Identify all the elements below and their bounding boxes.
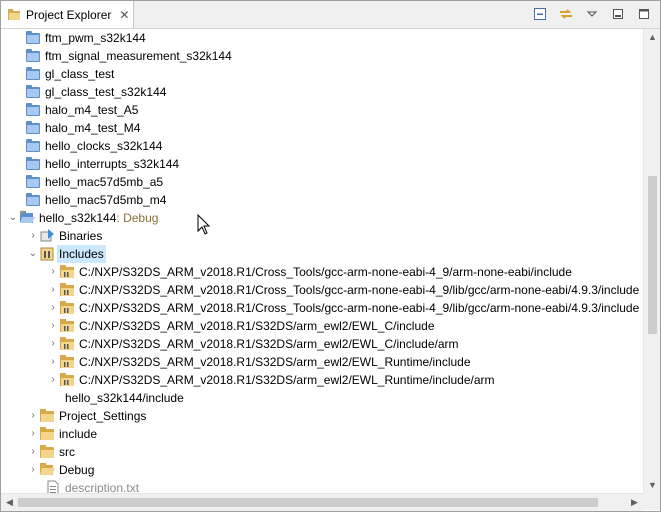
chevron-down-icon[interactable]: ⌄ — [7, 209, 19, 227]
tree-project-hello-s32k144[interactable]: ⌄ hello_s32k144: Debug — [7, 209, 158, 227]
tree-project-item[interactable]: ftm_signal_measurement_s32k144 — [25, 47, 232, 65]
tree-include-path[interactable]: › C:/NXP/S32DS_ARM_v2018.R1/S32DS/arm_ew… — [47, 335, 459, 353]
vertical-scroll-thumb[interactable] — [648, 176, 657, 334]
chevron-right-icon[interactable]: › — [47, 317, 59, 335]
chevron-right-icon[interactable]: › — [27, 461, 39, 479]
view-tab-bar: Project Explorer ✕ — [1, 1, 660, 29]
tree-workspace-include[interactable]: hello_s32k144/include — [65, 389, 184, 407]
minimize-icon[interactable] — [610, 6, 626, 22]
chevron-right-icon[interactable]: › — [27, 443, 39, 461]
project-explorer-icon — [7, 8, 21, 22]
chevron-down-icon[interactable]: ⌄ — [27, 245, 39, 263]
project-folder-icon — [25, 156, 41, 172]
close-icon[interactable]: ✕ — [119, 9, 129, 21]
project-folder-icon — [25, 84, 41, 100]
tree-item-includes[interactable]: ⌄ Includes — [27, 245, 106, 263]
tree-include-path[interactable]: › C:/NXP/S32DS_ARM_v2018.R1/Cross_Tools/… — [47, 263, 572, 281]
include-folder-icon — [59, 282, 75, 298]
view-toolbar — [532, 6, 652, 22]
chevron-right-icon[interactable]: › — [27, 227, 39, 245]
chevron-right-icon[interactable]: › — [27, 425, 39, 443]
folder-icon — [39, 426, 55, 442]
scroll-down-icon[interactable]: ▼ — [644, 480, 660, 490]
include-folder-icon — [59, 336, 75, 352]
project-folder-icon — [25, 138, 41, 154]
project-folder-icon — [25, 30, 41, 46]
tree-folder-item[interactable]: › src — [27, 443, 75, 461]
include-folder-icon — [59, 372, 75, 388]
project-folder-icon — [25, 48, 41, 64]
open-project-folder-icon — [19, 210, 35, 226]
include-folder-icon — [59, 354, 75, 370]
tree-include-path[interactable]: › C:/NXP/S32DS_ARM_v2018.R1/S32DS/arm_ew… — [47, 353, 471, 371]
tree-project-item[interactable]: gl_class_test_s32k144 — [25, 83, 166, 101]
tree-project-item[interactable]: hello_clocks_s32k144 — [25, 137, 162, 155]
tree-project-item[interactable]: hello_mac57d5mb_m4 — [25, 191, 166, 209]
horizontal-scrollbar[interactable]: ◀ ▶ — [1, 493, 643, 511]
chevron-right-icon[interactable]: › — [47, 281, 59, 299]
tree-project-item[interactable]: halo_m4_test_M4 — [25, 119, 140, 137]
includes-icon — [39, 246, 55, 262]
include-folder-icon — [59, 300, 75, 316]
include-folder-icon — [59, 318, 75, 334]
tree-folder-item[interactable]: › Project_Settings — [27, 407, 146, 425]
chevron-right-icon[interactable]: › — [47, 299, 59, 317]
maximize-icon[interactable] — [636, 6, 652, 22]
project-folder-icon — [25, 102, 41, 118]
tree-include-path[interactable]: › C:/NXP/S32DS_ARM_v2018.R1/S32DS/arm_ew… — [47, 317, 435, 335]
view-menu-icon[interactable] — [584, 6, 600, 22]
folder-icon — [39, 408, 55, 424]
scroll-left-icon[interactable]: ◀ — [1, 497, 18, 508]
tree-project-item[interactable]: hello_interrupts_s32k144 — [25, 155, 179, 173]
tree-project-item[interactable]: halo_m4_test_A5 — [25, 101, 138, 119]
project-folder-icon — [25, 66, 41, 82]
project-folder-icon — [25, 174, 41, 190]
tree-include-path[interactable]: › C:/NXP/S32DS_ARM_v2018.R1/Cross_Tools/… — [47, 281, 639, 299]
scroll-up-icon[interactable]: ▲ — [644, 32, 660, 42]
tree-include-path[interactable]: › C:/NXP/S32DS_ARM_v2018.R1/Cross_Tools/… — [47, 299, 639, 317]
folder-icon — [39, 444, 55, 460]
tree-project-item[interactable]: gl_class_test — [25, 65, 114, 83]
tree-folder-item[interactable]: › include — [27, 425, 97, 443]
scroll-right-icon[interactable]: ▶ — [626, 497, 643, 508]
chevron-right-icon[interactable]: › — [47, 335, 59, 353]
tab-project-explorer[interactable]: Project Explorer ✕ — [1, 1, 134, 28]
tree-folder-item[interactable]: › Debug — [27, 461, 94, 479]
tree-include-path[interactable]: › C:/NXP/S32DS_ARM_v2018.R1/S32DS/arm_ew… — [47, 371, 495, 389]
link-with-editor-icon[interactable] — [558, 6, 574, 22]
project-folder-icon — [25, 120, 41, 136]
tree-project-item[interactable]: ftm_pwm_s32k144 — [25, 29, 146, 47]
tree-project-item[interactable]: hello_mac57d5mb_a5 — [25, 173, 163, 191]
binaries-icon — [39, 228, 55, 244]
project-tree: ftm_pwm_s32k144 ftm_signal_measurement_s… — [1, 29, 643, 493]
chevron-right-icon[interactable]: › — [47, 353, 59, 371]
vertical-scrollbar[interactable]: ▲ ▼ — [643, 29, 660, 493]
scrollbar-corner — [643, 493, 660, 510]
tree-file-item[interactable]: description.txt — [45, 479, 139, 493]
collapse-all-icon[interactable] — [532, 6, 548, 22]
text-file-icon — [45, 480, 61, 493]
chevron-right-icon[interactable]: › — [27, 407, 39, 425]
tab-label: Project Explorer — [26, 7, 112, 22]
chevron-right-icon[interactable]: › — [47, 263, 59, 281]
open-folder-icon — [39, 462, 55, 478]
tree-item-binaries[interactable]: › Binaries — [27, 227, 102, 245]
project-explorer-view: Project Explorer ✕ ftm_pwm_s32k144 ftm_s… — [0, 0, 661, 512]
horizontal-scroll-thumb[interactable] — [18, 498, 598, 507]
chevron-right-icon[interactable]: › — [47, 371, 59, 389]
mouse-cursor-icon — [197, 214, 211, 235]
project-folder-icon — [25, 192, 41, 208]
include-folder-icon — [59, 264, 75, 280]
